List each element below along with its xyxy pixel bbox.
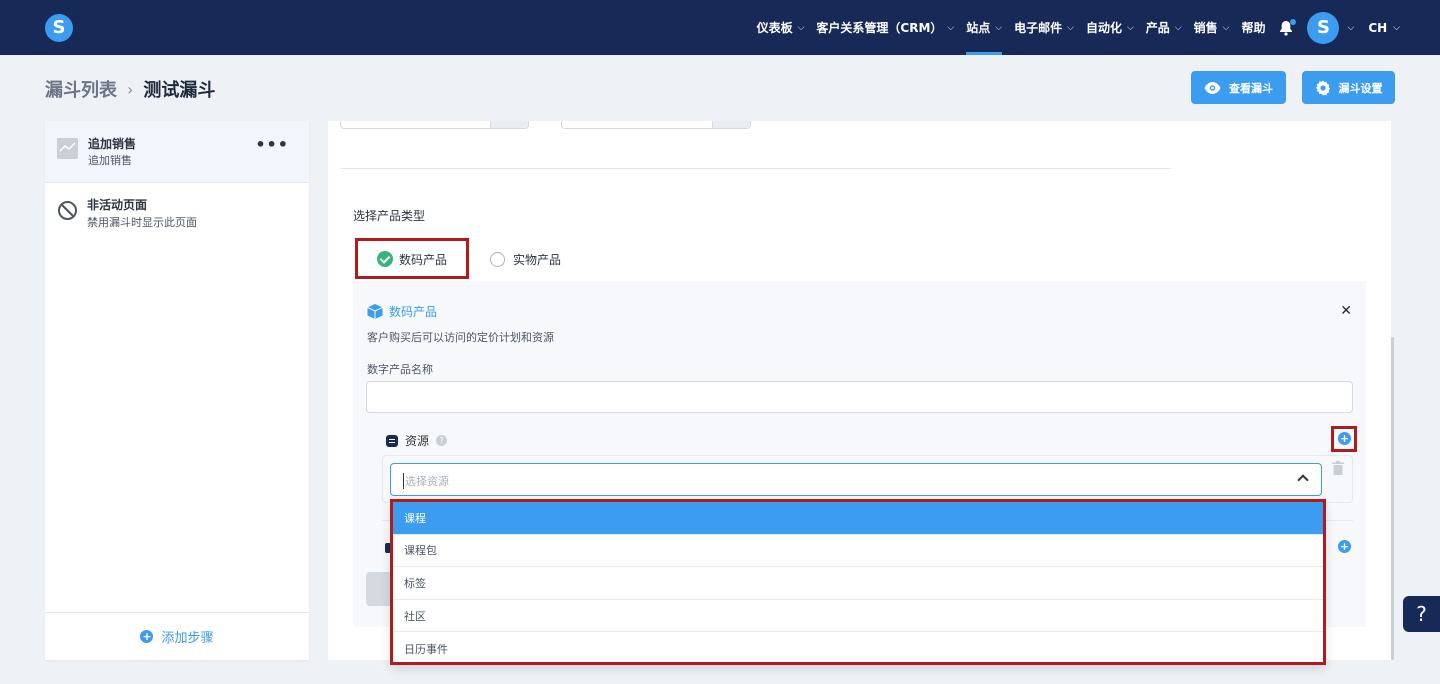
page-title: 测试漏斗 — [143, 80, 216, 101]
add-step-button[interactable]: + 添加步骤 — [45, 612, 309, 660]
chevron-down-icon: ⌵ — [1222, 22, 1230, 33]
cube-icon — [367, 304, 383, 319]
resources-header: 资源 ? — [386, 432, 448, 449]
nav-item-products[interactable]: 产品 ⌵ — [1146, 0, 1182, 55]
step-upsell[interactable]: 追加销售 追加销售 ••• — [45, 121, 309, 183]
step-inactive-page[interactable]: 非活动页面 禁用漏斗时显示此页面 — [45, 183, 309, 243]
chevron-down-icon: ⌵ — [995, 22, 1003, 33]
disabled-icon — [58, 201, 77, 220]
nav-item-automation[interactable]: 自动化 ⌵ — [1086, 0, 1134, 55]
dropdown-option-course[interactable]: 课程 — [393, 502, 1323, 535]
divider — [340, 168, 1171, 169]
bell-icon[interactable] — [1279, 18, 1297, 36]
product-name-label: 数字产品名称 — [367, 363, 433, 376]
resource-dropdown: 课程 课程包 标签 社区 日历事件 — [390, 499, 1326, 665]
step-title: 非活动页面 — [87, 198, 148, 212]
list-icon — [386, 434, 398, 447]
chevron-down-icon: ⌵ — [947, 22, 955, 33]
scrollbar[interactable] — [1391, 337, 1394, 660]
dropdown-option-tag[interactable]: 标签 — [393, 567, 1323, 600]
compare-price-input-partial[interactable] — [561, 121, 751, 129]
plus-circle-icon: + — [140, 630, 154, 643]
more-options-icon[interactable]: ••• — [255, 135, 289, 154]
chevron-right-icon: › — [127, 79, 134, 99]
notification-dot — [1290, 18, 1297, 25]
step-subtitle: 追加销售 — [88, 154, 132, 167]
chart-icon — [57, 138, 78, 159]
avatar[interactable]: S — [1307, 11, 1340, 44]
help-icon[interactable]: ? — [436, 435, 448, 446]
gear-icon — [1315, 80, 1330, 95]
chevron-down-icon: ⌵ — [1067, 22, 1074, 33]
nav-item-sales[interactable]: 销售 ⌵ — [1194, 0, 1230, 55]
nav-item-sites[interactable]: 站点 ⌵ — [966, 0, 1002, 55]
breadcrumb: 漏斗列表 › 测试漏斗 — [45, 76, 215, 102]
product-type-title: 选择产品类型 — [353, 209, 426, 223]
card-description: 客户购买后可以访问的定价计划和资源 — [367, 331, 554, 344]
dropdown-option-calendar-event[interactable]: 日历事件 — [393, 632, 1323, 665]
highlight-box — [1331, 426, 1357, 452]
view-funnel-button[interactable]: 查看漏斗 — [1191, 71, 1286, 104]
trash-icon[interactable] — [1332, 461, 1344, 475]
language-selector[interactable]: CH ⌵ — [1368, 21, 1400, 35]
option-physical-product[interactable]: 实物产品 — [490, 251, 561, 268]
step-title: 追加销售 — [88, 137, 137, 151]
chevron-down-icon: ⌵ — [1393, 22, 1400, 33]
chevron-down-icon: ⌵ — [1126, 22, 1134, 33]
dropdown-option-community[interactable]: 社区 — [393, 600, 1323, 633]
eye-icon — [1204, 81, 1221, 94]
card-header: 数码产品 — [367, 303, 437, 320]
radio-icon — [490, 252, 505, 267]
nav-menu: 仪表板 ⌵ 客户关系管理（CRM） ⌵ 站点 ⌵ 电子邮件 ⌵ 自动化 ⌵ 产品 ⌵ 销售 ⌵… — [745, 0, 1400, 55]
product-name-input[interactable] — [366, 381, 1353, 413]
nav-item-dashboard[interactable]: 仪表板 ⌵ — [757, 0, 805, 55]
funnel-steps-panel: 追加销售 追加销售 ••• 非活动页面 禁用漏斗时显示此页面 + 添加步骤 — [45, 121, 309, 660]
highlight-box — [355, 238, 469, 279]
close-icon[interactable]: ✕ — [1340, 303, 1352, 319]
help-button[interactable]: ? — [1403, 596, 1440, 632]
add-pricing-button[interactable]: + — [1338, 540, 1351, 553]
chevron-up-icon — [1297, 474, 1309, 486]
nav-item-crm[interactable]: 客户关系管理（CRM） ⌵ — [816, 0, 954, 55]
chevron-down-icon: ⌵ — [797, 22, 805, 33]
select-placeholder: 选择资源 — [403, 473, 449, 489]
price-input-partial[interactable] — [340, 121, 529, 129]
card-title: 数码产品 — [389, 305, 438, 319]
nav-item-help[interactable]: 帮助 — [1241, 0, 1265, 55]
step-subtitle: 禁用漏斗时显示此页面 — [87, 216, 197, 229]
breadcrumb-funnel-list[interactable]: 漏斗列表 — [45, 76, 117, 102]
funnel-settings-button[interactable]: 漏斗设置 — [1302, 71, 1395, 104]
chevron-down-icon[interactable]: ⌵ — [1347, 23, 1354, 33]
chevron-down-icon: ⌵ — [1174, 22, 1182, 33]
dropdown-option-course-bundle[interactable]: 课程包 — [393, 535, 1323, 568]
resource-select[interactable]: 选择资源 — [390, 463, 1322, 496]
nav-item-email[interactable]: 电子邮件 ⌵ — [1014, 0, 1074, 55]
top-navbar: S 仪表板 ⌵ 客户关系管理（CRM） ⌵ 站点 ⌵ 电子邮件 ⌵ 自动化 ⌵ 产品 ⌵ 销… — [0, 0, 1440, 55]
app-logo[interactable]: S — [45, 14, 73, 42]
